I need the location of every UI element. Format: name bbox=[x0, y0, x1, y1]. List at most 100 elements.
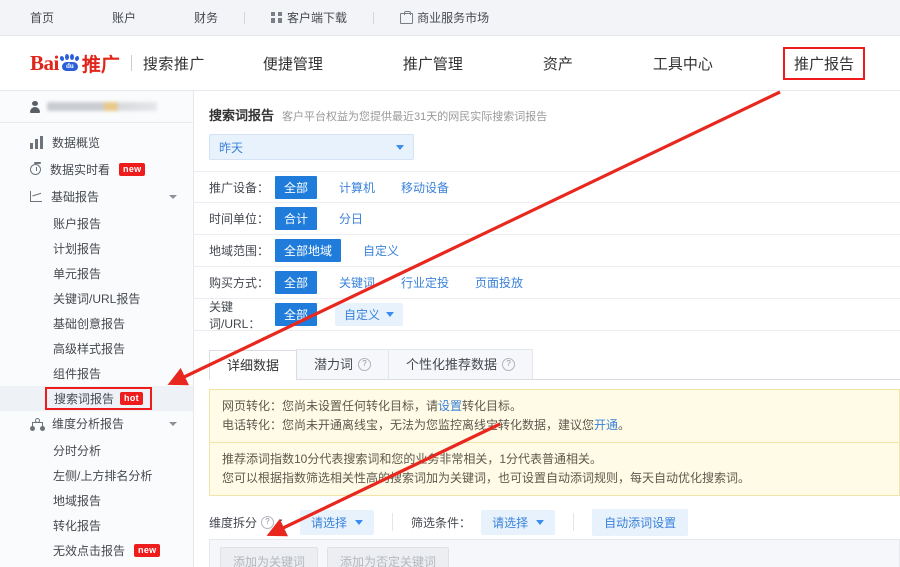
sidebar-item-region-report[interactable]: 地域报告 bbox=[0, 488, 193, 513]
filter-label-keyword-url: 关键词/URL： bbox=[209, 299, 261, 331]
add-as-negative-keyword-button[interactable]: 添加为否定关键词 bbox=[327, 547, 450, 567]
filter-label-time-unit: 时间单位： bbox=[209, 212, 270, 226]
date-range-value: 昨天 bbox=[219, 140, 244, 155]
sidebar-item-realtime-data[interactable]: 数据实时看 new bbox=[0, 157, 193, 182]
sidebar-label-7: 基础创意报告 bbox=[53, 317, 126, 331]
nav-label-2: 资产 bbox=[542, 55, 573, 73]
nav-item-tool-center[interactable]: 工具中心 bbox=[643, 47, 723, 80]
nav-item-promotion-management[interactable]: 推广管理 bbox=[393, 47, 473, 80]
page-title: 搜索词报告 bbox=[209, 108, 275, 123]
topbar-client-download-label: 客户端下载 bbox=[287, 11, 348, 25]
sidebar-label-10: 搜索词报告 bbox=[54, 392, 115, 406]
sidebar-item-plan-report[interactable]: 计划报告 bbox=[0, 236, 193, 261]
sidebar-label-16: 无效点击报告 bbox=[53, 544, 126, 558]
filter-purchase-industry[interactable]: 行业定投 bbox=[397, 272, 453, 293]
content-area: 搜索词报告 客户平台权益为您提供最近31天的网民实际搜索词报告 昨天 推广设备：… bbox=[194, 91, 900, 567]
filter-purchase-all[interactable]: 全部 bbox=[275, 271, 318, 294]
tab-potential-words[interactable]: 潜力词 ? bbox=[296, 349, 390, 379]
nav-label-1: 推广管理 bbox=[402, 55, 463, 73]
sidebar-item-hourly-analysis[interactable]: 分时分析 bbox=[0, 438, 193, 463]
sidebar-item-advanced-style-report[interactable]: 高级样式报告 bbox=[0, 336, 193, 361]
account-name-masked bbox=[47, 102, 157, 111]
topbar-finance-label: 财务 bbox=[194, 11, 219, 25]
auto-add-word-settings-button[interactable]: 自动添词设置 bbox=[592, 508, 689, 536]
sidebar-label-11: 维度分析报告 bbox=[52, 417, 125, 431]
date-range-select[interactable]: 昨天 bbox=[209, 134, 414, 160]
dimension-split-colon: ： bbox=[278, 515, 291, 530]
topbar-item-account[interactable]: 账户 bbox=[112, 9, 136, 26]
nav-item-assets[interactable]: 资产 bbox=[533, 47, 583, 80]
filter-keyword-custom[interactable]: 自定义 bbox=[335, 303, 404, 326]
filter-time-total[interactable]: 合计 bbox=[275, 207, 318, 230]
chevron-down-icon-dimension-select bbox=[355, 519, 364, 525]
sidebar-label-14: 地域报告 bbox=[53, 494, 102, 508]
chevron-down-icon-date bbox=[396, 144, 404, 150]
filter-purchase-keyword[interactable]: 关键词 bbox=[335, 272, 379, 293]
sidebar-item-unit-report[interactable]: 单元报告 bbox=[0, 261, 193, 286]
sidebar-label-8: 高级样式报告 bbox=[53, 342, 126, 356]
sidebar-item-invalid-click-report[interactable]: 无效点击报告 new bbox=[0, 538, 193, 563]
topbar-item-home[interactable]: 首页 bbox=[30, 9, 54, 26]
paw-icon: du bbox=[59, 54, 80, 71]
notice-recommendation-index: 推荐添词指数10分代表搜索词和您的业务非常相关，1分代表普通相关。 您可以根据指… bbox=[209, 442, 900, 496]
clock-icon bbox=[30, 162, 41, 175]
sidebar-item-component-report[interactable]: 组件报告 bbox=[0, 361, 193, 386]
dimension-split-value: 请选择 bbox=[311, 515, 348, 530]
add-as-keyword-button[interactable]: 添加为关键词 bbox=[220, 547, 319, 567]
topbar-item-business-market[interactable]: 商业服务市场 bbox=[400, 9, 489, 26]
topbar-item-client-download[interactable]: 客户端下载 bbox=[271, 9, 347, 26]
sidebar-account-row[interactable] bbox=[0, 91, 193, 123]
notice-line-phone-conversion: 电话转化：您尚未开通离线宝，无法为您监控离线宝转化数据，建议您开通。 bbox=[222, 416, 887, 435]
filter-label-purchase-type: 购买方式： bbox=[209, 276, 270, 290]
filter-region-all[interactable]: 全部地域 bbox=[275, 239, 342, 262]
filter-device-computer[interactable]: 计算机 bbox=[335, 177, 379, 198]
notice-0-0-post: 转化目标。 bbox=[462, 399, 523, 413]
logo-bai-text: Bai bbox=[30, 50, 59, 75]
sidebar-item-account-report[interactable]: 账户报告 bbox=[0, 211, 193, 236]
dimension-split-label-wrap: 维度拆分 ? ： bbox=[209, 514, 290, 531]
tab-detailed-data[interactable]: 详细数据 bbox=[209, 350, 298, 380]
filter-time-daily[interactable]: 分日 bbox=[335, 208, 367, 229]
filter-condition-value: 请选择 bbox=[492, 515, 529, 530]
badge-new-realtime: new bbox=[119, 163, 146, 176]
filter-region-custom[interactable]: 自定义 bbox=[359, 240, 403, 261]
sidebar-label-15: 转化报告 bbox=[53, 519, 102, 533]
sidebar-item-promotion-statistics[interactable]: 推广统计概 bbox=[0, 563, 193, 567]
filter-condition-select[interactable]: 请选择 bbox=[481, 509, 556, 535]
sidebar-label-6: 关键词/URL报告 bbox=[53, 292, 141, 306]
sidebar-item-rank-analysis[interactable]: 左侧/上方排名分析 bbox=[0, 463, 193, 488]
notice-link-activate[interactable]: 开通 bbox=[594, 418, 618, 432]
notice-conversion: 网页转化：您尚未设置任何转化目标，请设置转化目标。 电话转化：您尚未开通离线宝，… bbox=[209, 389, 900, 442]
node-icon bbox=[30, 417, 43, 430]
sidebar-label-5: 单元报告 bbox=[53, 267, 102, 281]
filter-device-all[interactable]: 全部 bbox=[275, 175, 318, 199]
sidebar-item-basic-reports[interactable]: 基础报告 bbox=[0, 184, 193, 209]
sidebar-item-keyword-url-report[interactable]: 关键词/URL报告 bbox=[0, 286, 193, 311]
notice-link-setup[interactable]: 设置 bbox=[438, 399, 462, 413]
tab-label-2: 个性化推荐数据 bbox=[406, 356, 498, 372]
help-icon-personalized[interactable]: ? bbox=[502, 358, 516, 371]
sidebar-item-dimension-analysis-report[interactable]: 维度分析报告 bbox=[0, 411, 193, 436]
topbar-divider-2 bbox=[373, 11, 375, 24]
chevron-down-icon-basic[interactable] bbox=[169, 195, 177, 199]
logo-tuiguang-text: 推广 bbox=[81, 54, 120, 76]
filter-purchase-page[interactable]: 页面投放 bbox=[471, 272, 527, 293]
topbar-item-finance[interactable]: 财务 bbox=[194, 9, 218, 26]
dimension-split-select[interactable]: 请选择 bbox=[300, 509, 375, 535]
sidebar-item-basic-creative-report[interactable]: 基础创意报告 bbox=[0, 311, 193, 336]
filter-device-mobile[interactable]: 移动设备 bbox=[397, 177, 453, 198]
filter-keyword-all[interactable]: 全部 bbox=[275, 303, 318, 326]
sidebar-item-conversion-report[interactable]: 转化报告 bbox=[0, 513, 193, 538]
nav-item-convenient-management[interactable]: 便捷管理 bbox=[253, 47, 333, 80]
help-icon-dimension[interactable]: ? bbox=[261, 515, 275, 529]
sidebar-item-search-term-report[interactable]: 搜索词报告 hot bbox=[0, 386, 193, 411]
nav-item-promotion-report[interactable]: 推广报告 bbox=[782, 46, 865, 80]
sidebar-item-data-overview[interactable]: 数据概览 bbox=[0, 130, 193, 155]
baidu-promotion-logo[interactable]: Bai du 推广 搜索推广 bbox=[30, 50, 205, 77]
chevron-down-icon-dimension[interactable] bbox=[169, 422, 177, 426]
filter-row-purchase-type: 购买方式： 全部 关键词 行业定投 页面投放 bbox=[194, 267, 900, 299]
tab-personalized-recommendation[interactable]: 个性化推荐数据 ? bbox=[388, 349, 534, 379]
sidebar-label-1: 数据实时看 bbox=[50, 163, 111, 177]
help-icon-potential[interactable]: ? bbox=[358, 358, 372, 371]
filter-keyword-custom-label: 自定义 bbox=[344, 308, 381, 322]
